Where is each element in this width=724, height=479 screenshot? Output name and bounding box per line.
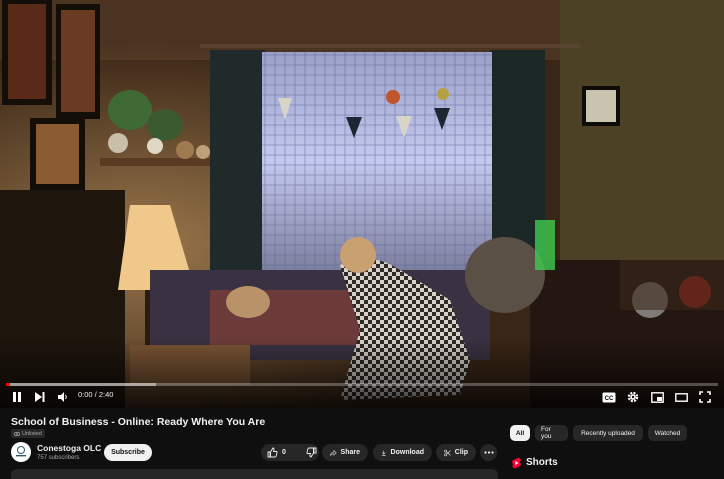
captions-icon: CC <box>602 392 616 402</box>
thumbs-down-icon <box>306 447 317 458</box>
next-icon <box>35 392 45 402</box>
progress-bar[interactable] <box>6 383 718 386</box>
video-player[interactable]: 0:00 / 2:40 CC <box>0 0 724 408</box>
video-title: School of Business - Online: Ready Where… <box>11 416 266 428</box>
play-icon <box>13 392 21 402</box>
gear-icon <box>627 391 639 403</box>
clip-button[interactable]: Clip <box>436 444 476 461</box>
progress-buffered <box>6 383 156 386</box>
channel-name[interactable]: Conestoga OLC <box>37 443 101 453</box>
subscriber-count: 757 subscribers <box>37 455 80 461</box>
theater-button[interactable] <box>673 389 689 405</box>
like-button[interactable]: 0 <box>261 444 292 461</box>
scissors-icon <box>444 449 451 456</box>
volume-button[interactable] <box>56 389 70 405</box>
download-icon <box>381 450 386 456</box>
channel-avatar[interactable] <box>11 442 31 462</box>
captions-button[interactable]: CC <box>601 389 617 405</box>
like-dislike-group: 0 <box>261 444 319 461</box>
description-box[interactable] <box>11 469 498 479</box>
fullscreen-icon <box>699 391 711 403</box>
share-icon <box>330 449 337 456</box>
volume-icon <box>58 392 67 402</box>
share-button[interactable]: Share <box>322 444 368 461</box>
shorts-heading: Shorts <box>526 457 558 468</box>
clip-label: Clip <box>454 449 468 456</box>
download-label: Download <box>390 449 424 456</box>
visibility-badge: Unlisted <box>11 429 45 438</box>
visibility-label: Unlisted <box>22 430 42 437</box>
subscribe-button[interactable]: Subscribe <box>104 444 152 461</box>
link-icon <box>14 431 20 436</box>
chip-recently-uploaded[interactable]: Recently uploaded <box>573 425 643 441</box>
fullscreen-button[interactable] <box>697 389 713 405</box>
chip-all[interactable]: All <box>510 425 530 441</box>
progress-played <box>6 383 10 386</box>
like-count: 0 <box>282 449 286 456</box>
svg-text:CC: CC <box>605 396 614 402</box>
thumbs-up-icon <box>267 447 278 458</box>
settings-button[interactable] <box>625 389 641 405</box>
miniplayer-button[interactable] <box>649 389 665 405</box>
play-button[interactable] <box>10 389 24 405</box>
chip-for-you[interactable]: For you <box>535 425 568 441</box>
shorts-icon <box>512 457 521 469</box>
time-display: 0:00 / 2:40 <box>78 390 114 399</box>
next-button[interactable] <box>33 389 47 405</box>
dislike-button[interactable] <box>300 444 323 461</box>
more-horizontal-icon <box>483 451 494 454</box>
miniplayer-icon <box>650 391 664 403</box>
theater-icon <box>674 392 688 402</box>
channel-logo <box>16 446 26 457</box>
more-actions-button[interactable] <box>480 444 497 461</box>
share-label: Share <box>340 449 360 456</box>
chip-watched[interactable]: Watched <box>648 425 687 441</box>
download-button[interactable]: Download <box>373 444 432 461</box>
